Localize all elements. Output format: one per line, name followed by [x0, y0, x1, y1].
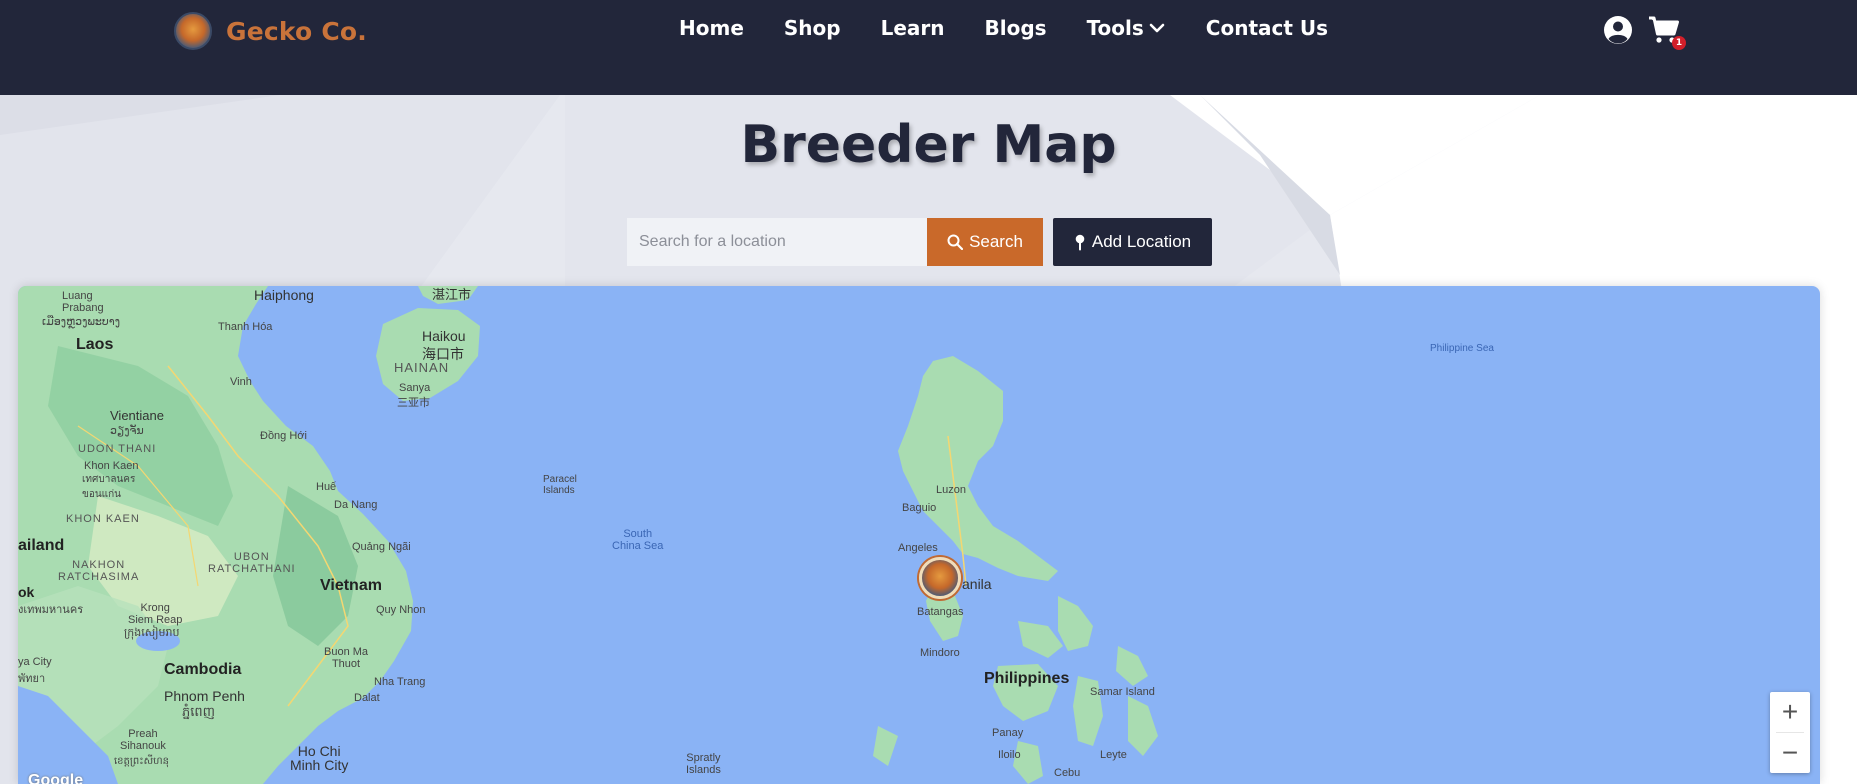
map-label: KHON KAEN: [66, 513, 140, 525]
add-location-button[interactable]: Add Location: [1053, 218, 1212, 266]
map-label: ok: [18, 584, 35, 600]
map-label: Philippines: [984, 670, 1070, 687]
map-label: Luzon: [936, 484, 966, 496]
map-label: South China Sea: [612, 528, 664, 552]
map-label: Khon Kaen: [84, 460, 139, 472]
map-label: Quy Nhon: [376, 604, 426, 616]
map-label: ເມືອງຫຼວງພະບາງ: [42, 316, 120, 328]
map-label: Angeles: [898, 542, 938, 554]
map-label: anila: [962, 576, 992, 592]
map-label: Cambodia: [164, 661, 242, 678]
map-label: Quảng Ngãi: [352, 541, 411, 553]
map-label: Philippine Sea: [1430, 343, 1494, 354]
map-label: Batangas: [917, 606, 964, 618]
header-icons: 1: [1602, 14, 1686, 50]
map-label: Da Nang: [334, 499, 378, 511]
map-label: Huế: [316, 481, 337, 493]
main-nav: Home Shop Learn Blogs Tools Contact Us: [679, 16, 1328, 40]
map-label: Dalat: [354, 692, 380, 704]
map-label: พัทยา: [18, 673, 46, 685]
map-label: ุงเทพมหานคร: [18, 604, 84, 616]
map-label: Vietnam: [320, 577, 382, 594]
map-label: UDON THANI: [78, 443, 157, 455]
map-label: ວຽງຈັນ: [110, 425, 144, 437]
gecko-logo-icon: [174, 12, 212, 50]
nav-blogs[interactable]: Blogs: [985, 16, 1047, 40]
zoom-out-button[interactable]: −: [1770, 733, 1810, 773]
map-label: Buon Ma Thuot: [324, 646, 369, 670]
zoom-in-button[interactable]: +: [1770, 692, 1810, 732]
map-label: ភ្នំពេញ: [182, 704, 216, 719]
chevron-down-icon: [1149, 23, 1165, 33]
map-label: Nha Trang: [374, 676, 426, 688]
map-label: Đồng Hới: [260, 430, 307, 442]
nav-contact-us[interactable]: Contact Us: [1206, 16, 1328, 40]
map-label: HAINAN: [394, 360, 450, 375]
map-label: Laos: [76, 336, 114, 353]
map-label: Spratly Islands: [686, 752, 721, 776]
map-label: ailand: [18, 537, 65, 554]
map-label: Mindoro: [920, 647, 960, 659]
breeder-location-marker[interactable]: [919, 557, 961, 599]
map-label: ya City: [18, 656, 52, 668]
map-label: Haiphong: [254, 287, 314, 303]
map-label: Haikou: [422, 328, 466, 344]
map-label: Iloilo: [998, 749, 1021, 761]
map-label: Samar Island: [1090, 686, 1155, 698]
page-title: Breeder Map: [740, 115, 1117, 175]
map-label: Luang Prabang: [62, 290, 104, 314]
map-label: NAKHON RATCHASIMA: [58, 559, 140, 583]
map-label: Preah Sihanouk: [120, 728, 166, 752]
map-label: UBON RATCHATHANI: [208, 551, 296, 575]
map-label: Thanh Hóa: [218, 321, 273, 333]
map-label: Vientiane: [110, 408, 164, 423]
cart-count-badge: 1: [1672, 36, 1686, 50]
map-label: Ho Chi Minh City: [290, 743, 349, 773]
search-button-label: Search: [969, 232, 1023, 251]
map-label: 三亚市: [397, 397, 430, 409]
map-label: เทศบาลนคร ขอนแก่น: [82, 474, 136, 500]
map-label: ក្រុងសៀមរាប: [124, 627, 180, 639]
map-label: Panay: [992, 727, 1024, 739]
map-label: Vinh: [230, 376, 252, 388]
site-header: Gecko Co. Home Shop Learn Blogs Tools Co…: [0, 0, 1857, 95]
breeder-map[interactable]: Luang Prabang ເມືອງຫຼວງພະບາງ Haiphong 湛江…: [18, 286, 1820, 784]
google-logo: Google: [28, 772, 84, 784]
add-location-label: Add Location: [1091, 232, 1192, 251]
search-button[interactable]: Search: [927, 218, 1043, 266]
map-label: Leyte: [1100, 749, 1127, 761]
brand[interactable]: Gecko Co.: [174, 12, 367, 50]
map-land: [18, 286, 1158, 784]
map-label: 湛江市: [432, 287, 472, 302]
brand-name: Gecko Co.: [226, 16, 367, 46]
map-label: Baguio: [902, 502, 937, 514]
map-label: Cebu: [1054, 767, 1081, 779]
cart-icon[interactable]: 1: [1648, 14, 1686, 50]
nav-home[interactable]: Home: [679, 16, 744, 40]
map-label: ខេត្តព្រះសីហនុ: [114, 756, 169, 767]
map-pin-icon: [1075, 234, 1085, 250]
nav-learn[interactable]: Learn: [881, 16, 945, 40]
nav-tools-label: Tools: [1086, 16, 1144, 40]
nav-shop[interactable]: Shop: [784, 16, 841, 40]
search-bar: Search Add Location: [627, 218, 1212, 266]
account-icon[interactable]: [1602, 14, 1634, 46]
map-label: Paracel Islands: [543, 474, 577, 496]
location-search-input[interactable]: [627, 218, 927, 266]
map-label: Phnom Penh: [164, 688, 245, 704]
map-zoom-controls: + −: [1770, 692, 1810, 773]
map-label: Sanya: [399, 382, 431, 394]
nav-tools[interactable]: Tools: [1087, 16, 1166, 40]
search-icon: [947, 234, 964, 250]
map-label: Krong Siem Reap: [128, 602, 183, 626]
